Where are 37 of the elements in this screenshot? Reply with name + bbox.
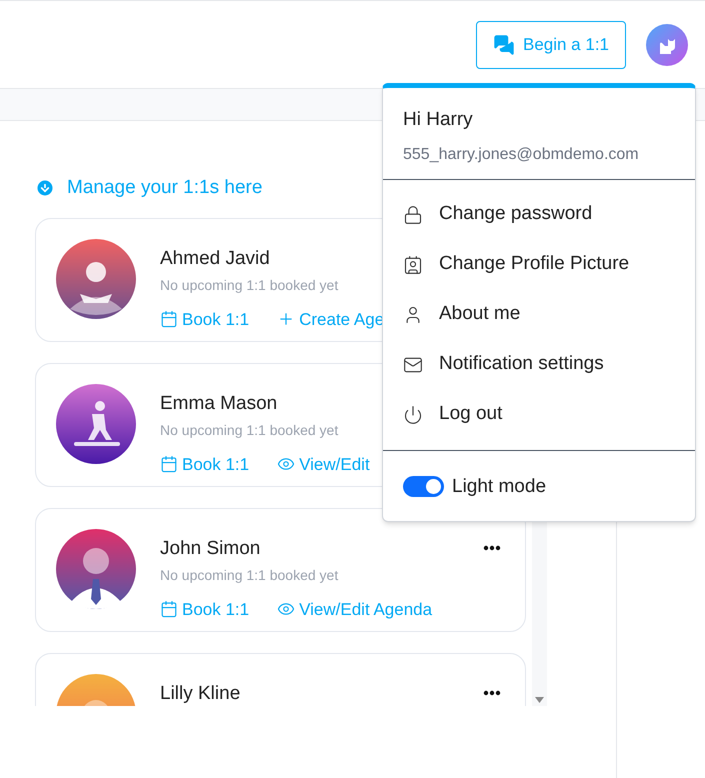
person-name: Ahmed Javid [160,246,270,270]
greeting: Hi Harry [403,108,474,132]
calendar-icon [160,310,178,328]
profile-avatar[interactable] [646,24,688,66]
more-icon[interactable] [483,690,501,696]
action-link[interactable]: Book 1:1 [160,306,250,332]
scroll-down-icon[interactable] [535,697,544,703]
booking-status: No upcoming 1:1 booked yet [160,276,340,294]
calendar-icon [160,455,178,474]
action-link[interactable]: Book 1:1 [160,596,250,622]
action-link[interactable]: Book 1:1 [160,452,250,477]
menu-item[interactable]: Log out [383,390,695,440]
menu-item[interactable]: About me [383,290,695,340]
light-mode-label: Light mode [452,474,546,498]
begin-button[interactable]: Begin a 1:1 [476,20,626,68]
more-icon[interactable] [483,544,501,550]
calendar-icon [160,600,178,618]
booking-status: No upcoming 1:1 booked yet [160,566,340,584]
menu-item[interactable]: Change Profile Picture [383,240,695,290]
arrow-down-icon [35,178,55,198]
booking-status: No upcoming 1:1 booked yet [160,420,340,440]
person-name: John Simon [160,536,260,560]
action-link[interactable]: View/Edit [277,452,370,477]
id-card-icon [403,254,423,274]
avatar-icon [56,238,136,318]
light-mode-switch[interactable] [403,476,444,498]
action-link[interactable]: View/Edit Agenda [277,596,432,622]
avatar-icon [56,384,136,464]
avatar-icon [56,528,136,608]
action-link[interactable]: Create Age [277,306,384,332]
person-name: Lilly Kline [160,682,240,706]
user-email: 555_harry.jones@obmdemo.com [403,144,640,164]
chat-bubbles-icon [492,34,515,56]
lock-icon [403,204,423,224]
menu-item[interactable]: Notification settings [383,340,695,390]
person-name: Emma Mason [160,392,278,416]
power-icon [403,404,423,424]
